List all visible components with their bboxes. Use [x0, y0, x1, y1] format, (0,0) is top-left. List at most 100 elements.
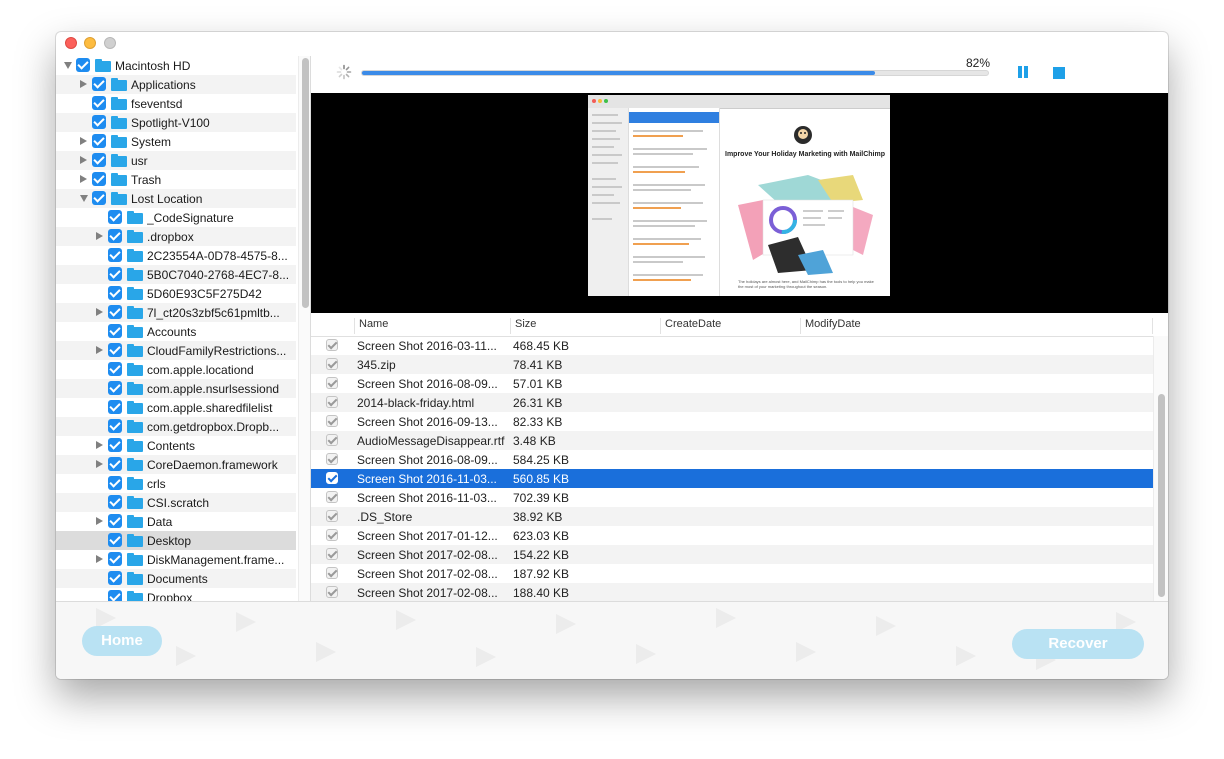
tree-item[interactable]: _CodeSignature: [56, 208, 296, 227]
tree-item-checkbox[interactable]: [108, 343, 122, 357]
row-checkbox[interactable]: [326, 529, 338, 541]
column-header-createdate[interactable]: CreateDate: [660, 318, 800, 334]
table-row[interactable]: Screen Shot 2017-02-08... 188.40 KB: [311, 583, 1153, 601]
tree-item-checkbox[interactable]: [108, 476, 122, 490]
tree-item-checkbox[interactable]: [108, 533, 122, 547]
minimize-window-button[interactable]: [84, 37, 96, 49]
tree-item[interactable]: Macintosh HD: [56, 56, 296, 75]
table-row[interactable]: Screen Shot 2016-11-03... 702.39 KB: [311, 488, 1153, 507]
table-row[interactable]: AudioMessageDisappear.rtf 3.48 KB: [311, 431, 1153, 450]
row-checkbox[interactable]: [326, 586, 338, 598]
table-row[interactable]: Screen Shot 2016-08-09... 57.01 KB: [311, 374, 1153, 393]
tree-item[interactable]: Dropbox: [56, 588, 296, 601]
tree-item-checkbox[interactable]: [108, 552, 122, 566]
table-row[interactable]: Screen Shot 2016-11-03... 560.85 KB: [311, 469, 1153, 488]
disclosure-collapsed-icon[interactable]: [80, 137, 87, 145]
tree-item[interactable]: Documents: [56, 569, 296, 588]
tree-item[interactable]: 2C23554A-0D78-4575-8...: [56, 246, 296, 265]
table-row[interactable]: Screen Shot 2017-01-12... 623.03 KB: [311, 526, 1153, 545]
tree-item[interactable]: Lost Location: [56, 189, 296, 208]
tree-item[interactable]: CloudFamilyRestrictions...: [56, 341, 296, 360]
disclosure-collapsed-icon[interactable]: [96, 555, 103, 563]
zoom-window-button[interactable]: [104, 37, 116, 49]
recover-button[interactable]: Recover: [1012, 629, 1144, 659]
tree-item-checkbox[interactable]: [108, 400, 122, 414]
tree-item[interactable]: Data: [56, 512, 296, 531]
row-checkbox[interactable]: [326, 358, 338, 370]
row-checkbox[interactable]: [326, 396, 338, 408]
row-checkbox[interactable]: [326, 415, 338, 427]
tree-item-checkbox[interactable]: [92, 115, 106, 129]
row-checkbox[interactable]: [326, 339, 338, 351]
tree-item-checkbox[interactable]: [108, 438, 122, 452]
tree-item-checkbox[interactable]: [92, 191, 106, 205]
row-checkbox[interactable]: [326, 434, 338, 446]
disclosure-collapsed-icon[interactable]: [96, 308, 103, 316]
close-window-button[interactable]: [65, 37, 77, 49]
tree-item[interactable]: com.apple.locationd: [56, 360, 296, 379]
disclosure-collapsed-icon[interactable]: [96, 460, 103, 468]
tree-item-checkbox[interactable]: [108, 419, 122, 433]
table-row[interactable]: Screen Shot 2017-02-08... 154.22 KB: [311, 545, 1153, 564]
tree-item-checkbox[interactable]: [92, 172, 106, 186]
disclosure-collapsed-icon[interactable]: [80, 156, 87, 164]
tree-item[interactable]: com.apple.sharedfilelist: [56, 398, 296, 417]
tree-item-checkbox[interactable]: [108, 210, 122, 224]
tree-item[interactable]: 5B0C7040-2768-4EC7-8...: [56, 265, 296, 284]
tree-item[interactable]: CSI.scratch: [56, 493, 296, 512]
tree-item[interactable]: Spotlight-V100: [56, 113, 296, 132]
row-checkbox[interactable]: [326, 377, 338, 389]
tree-item[interactable]: Accounts: [56, 322, 296, 341]
disclosure-expanded-icon[interactable]: [80, 195, 88, 202]
row-checkbox[interactable]: [326, 548, 338, 560]
tree-item[interactable]: Contents: [56, 436, 296, 455]
tree-item-checkbox[interactable]: [108, 324, 122, 338]
tree-item[interactable]: fseventsd: [56, 94, 296, 113]
tree-item[interactable]: System: [56, 132, 296, 151]
tree-item-checkbox[interactable]: [108, 590, 122, 601]
table-scrollbar-thumb[interactable]: [1158, 394, 1165, 597]
tree-item-checkbox[interactable]: [108, 362, 122, 376]
table-row[interactable]: Screen Shot 2016-03-11... 468.45 KB: [311, 336, 1153, 355]
tree-item-checkbox[interactable]: [108, 571, 122, 585]
tree-item[interactable]: com.apple.nsurlsessiond: [56, 379, 296, 398]
disclosure-collapsed-icon[interactable]: [96, 232, 103, 240]
tree-item-checkbox[interactable]: [108, 514, 122, 528]
disclosure-collapsed-icon[interactable]: [80, 175, 87, 183]
tree-item-checkbox[interactable]: [108, 248, 122, 262]
table-scrollbar[interactable]: [1153, 336, 1168, 601]
home-button[interactable]: Home: [82, 626, 162, 656]
tree-item[interactable]: usr: [56, 151, 296, 170]
tree-item[interactable]: .dropbox: [56, 227, 296, 246]
column-header-name[interactable]: Name: [354, 318, 510, 334]
tree-item[interactable]: DiskManagement.frame...: [56, 550, 296, 569]
tree-item-checkbox[interactable]: [108, 305, 122, 319]
table-row[interactable]: Screen Shot 2017-02-08... 187.92 KB: [311, 564, 1153, 583]
tree-item[interactable]: 5D60E93C5F275D42: [56, 284, 296, 303]
tree-item-checkbox[interactable]: [92, 77, 106, 91]
tree-item[interactable]: CoreDaemon.framework: [56, 455, 296, 474]
tree-item-checkbox[interactable]: [92, 153, 106, 167]
tree-scrollbar-thumb[interactable]: [302, 58, 309, 308]
row-checkbox[interactable]: [326, 491, 338, 503]
tree-item-checkbox[interactable]: [92, 134, 106, 148]
table-row[interactable]: .DS_Store 38.92 KB: [311, 507, 1153, 526]
disclosure-expanded-icon[interactable]: [64, 62, 72, 69]
pause-icon[interactable]: [1016, 66, 1030, 80]
column-header-size[interactable]: Size: [510, 318, 660, 334]
row-checkbox[interactable]: [326, 567, 338, 579]
tree-item[interactable]: Desktop: [56, 531, 296, 550]
column-header-modifydate[interactable]: ModifyDate: [800, 318, 1152, 334]
disclosure-collapsed-icon[interactable]: [96, 346, 103, 354]
tree-item-checkbox[interactable]: [76, 58, 90, 72]
disclosure-collapsed-icon[interactable]: [96, 441, 103, 449]
tree-item[interactable]: crls: [56, 474, 296, 493]
tree-item-checkbox[interactable]: [108, 495, 122, 509]
stop-icon[interactable]: [1053, 67, 1065, 79]
tree-item[interactable]: Trash: [56, 170, 296, 189]
table-row[interactable]: Screen Shot 2016-08-09... 584.25 KB: [311, 450, 1153, 469]
tree-item-checkbox[interactable]: [92, 96, 106, 110]
row-checkbox[interactable]: [326, 472, 338, 484]
table-row[interactable]: 2014-black-friday.html 26.31 KB: [311, 393, 1153, 412]
table-row[interactable]: Screen Shot 2016-09-13... 82.33 KB: [311, 412, 1153, 431]
